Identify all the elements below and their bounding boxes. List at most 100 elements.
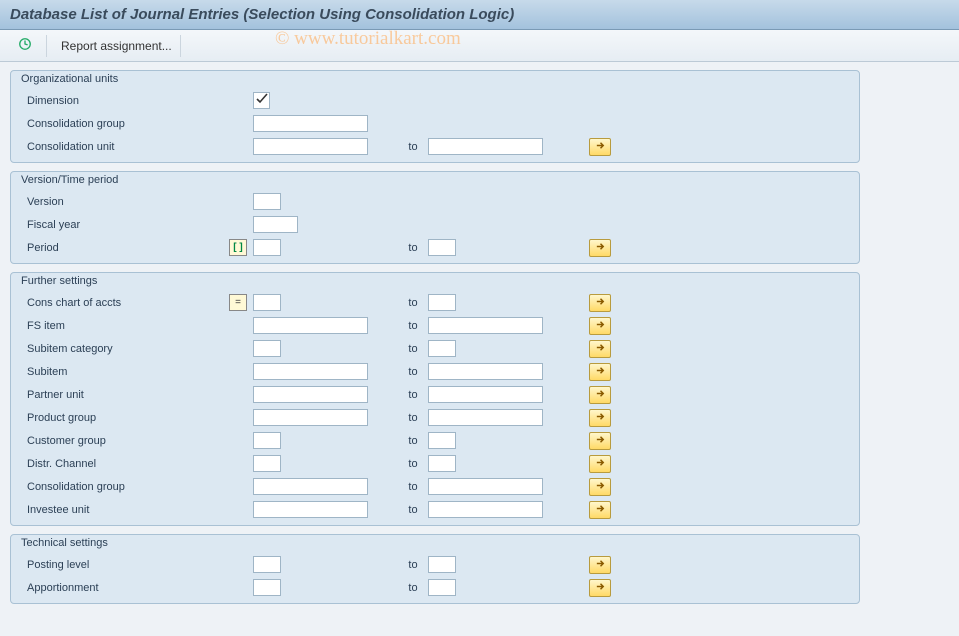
investee-unit-from-input[interactable] (253, 501, 368, 518)
cons-group-input[interactable] (253, 115, 368, 132)
row-cons-group2: Consolidation group to (19, 475, 851, 498)
cons-group2-from-input[interactable] (253, 478, 368, 495)
cons-unit-multiple-button[interactable] (589, 138, 611, 156)
group-technical-settings: Technical settings Posting level to Appo… (10, 534, 860, 604)
cons-chart-to-input[interactable] (428, 294, 456, 311)
distr-channel-multiple-button[interactable] (589, 455, 611, 473)
to-label: to (398, 412, 428, 424)
arrow-right-icon (595, 342, 606, 356)
cons-chart-from-input[interactable] (253, 294, 281, 311)
period-multiple-button[interactable] (589, 239, 611, 257)
apportionment-from-input[interactable] (253, 579, 281, 596)
product-group-from-input[interactable] (253, 409, 368, 426)
cons-group2-multiple-button[interactable] (589, 478, 611, 496)
to-label: to (398, 320, 428, 332)
equal-indicator-icon[interactable]: = (229, 294, 247, 311)
to-label: to (398, 582, 428, 594)
to-label: to (398, 458, 428, 470)
posting-level-multiple-button[interactable] (589, 556, 611, 574)
report-assignment-button[interactable]: Report assignment... (53, 35, 181, 57)
label-fiscal-year: Fiscal year (19, 219, 229, 231)
arrow-right-icon (595, 411, 606, 425)
row-cons-chart: Cons chart of accts = to (19, 291, 851, 314)
period-to-input[interactable] (428, 239, 456, 256)
subitem-cat-to-input[interactable] (428, 340, 456, 357)
row-cons-group: Consolidation group (19, 112, 851, 135)
distr-channel-from-input[interactable] (253, 455, 281, 472)
period-from-input[interactable] (253, 239, 281, 256)
distr-channel-to-input[interactable] (428, 455, 456, 472)
product-group-to-input[interactable] (428, 409, 543, 426)
toolbar: Report assignment... (0, 30, 959, 62)
execute-button[interactable] (10, 35, 47, 57)
to-label: to (398, 504, 428, 516)
apportionment-multiple-button[interactable] (589, 579, 611, 597)
label-product-group: Product group (19, 412, 229, 424)
fiscal-year-input[interactable] (253, 216, 298, 233)
row-fs-item: FS item to (19, 314, 851, 337)
customer-group-multiple-button[interactable] (589, 432, 611, 450)
selection-screen: Organizational units Dimension Consolida… (0, 62, 959, 612)
label-customer-group: Customer group (19, 435, 229, 447)
version-input[interactable] (253, 193, 281, 210)
row-subitem: Subitem to (19, 360, 851, 383)
to-label: to (398, 389, 428, 401)
product-group-multiple-button[interactable] (589, 409, 611, 427)
cons-group2-to-input[interactable] (428, 478, 543, 495)
report-assignment-label: Report assignment... (61, 39, 172, 53)
label-posting-level: Posting level (19, 559, 229, 571)
investee-unit-to-input[interactable] (428, 501, 543, 518)
group-version-time: Version/Time period Version Fiscal year … (10, 171, 860, 264)
row-subitem-cat: Subitem category to (19, 337, 851, 360)
check-icon (256, 93, 268, 108)
to-label: to (398, 242, 428, 254)
fs-item-to-input[interactable] (428, 317, 543, 334)
fs-item-from-input[interactable] (253, 317, 368, 334)
label-fs-item: FS item (19, 320, 229, 332)
label-distr-channel: Distr. Channel (19, 458, 229, 470)
customer-group-to-input[interactable] (428, 432, 456, 449)
cons-unit-from-input[interactable] (253, 138, 368, 155)
arrow-right-icon (595, 457, 606, 471)
apportionment-to-input[interactable] (428, 579, 456, 596)
arrow-right-icon (595, 388, 606, 402)
arrow-right-icon (595, 434, 606, 448)
group-title-version: Version/Time period (19, 172, 851, 189)
subitem-from-input[interactable] (253, 363, 368, 380)
arrow-right-icon (595, 319, 606, 333)
investee-unit-multiple-button[interactable] (589, 501, 611, 519)
label-version: Version (19, 196, 229, 208)
row-apportionment: Apportionment to (19, 576, 851, 599)
customer-group-from-input[interactable] (253, 432, 281, 449)
partner-unit-multiple-button[interactable] (589, 386, 611, 404)
label-period: Period (19, 242, 229, 254)
label-subitem-cat: Subitem category (19, 343, 229, 355)
cons-chart-multiple-button[interactable] (589, 294, 611, 312)
posting-level-to-input[interactable] (428, 556, 456, 573)
to-label: to (398, 366, 428, 378)
row-product-group: Product group to (19, 406, 851, 429)
cons-unit-to-input[interactable] (428, 138, 543, 155)
subitem-cat-multiple-button[interactable] (589, 340, 611, 358)
subitem-to-input[interactable] (428, 363, 543, 380)
to-label: to (398, 141, 428, 153)
dimension-checkbox[interactable] (253, 92, 270, 109)
row-posting-level: Posting level to (19, 553, 851, 576)
posting-level-from-input[interactable] (253, 556, 281, 573)
to-label: to (398, 297, 428, 309)
partner-unit-to-input[interactable] (428, 386, 543, 403)
arrow-right-icon (595, 365, 606, 379)
row-distr-channel: Distr. Channel to (19, 452, 851, 475)
subitem-multiple-button[interactable] (589, 363, 611, 381)
arrow-right-icon (595, 558, 606, 572)
group-title-org: Organizational units (19, 71, 851, 88)
subitem-cat-from-input[interactable] (253, 340, 281, 357)
arrow-right-icon (595, 503, 606, 517)
partner-unit-from-input[interactable] (253, 386, 368, 403)
fs-item-multiple-button[interactable] (589, 317, 611, 335)
arrow-right-icon (595, 296, 606, 310)
row-period: Period [ ] to (19, 236, 851, 259)
range-indicator-icon[interactable]: [ ] (229, 239, 247, 256)
label-subitem: Subitem (19, 366, 229, 378)
label-investee-unit: Investee unit (19, 504, 229, 516)
